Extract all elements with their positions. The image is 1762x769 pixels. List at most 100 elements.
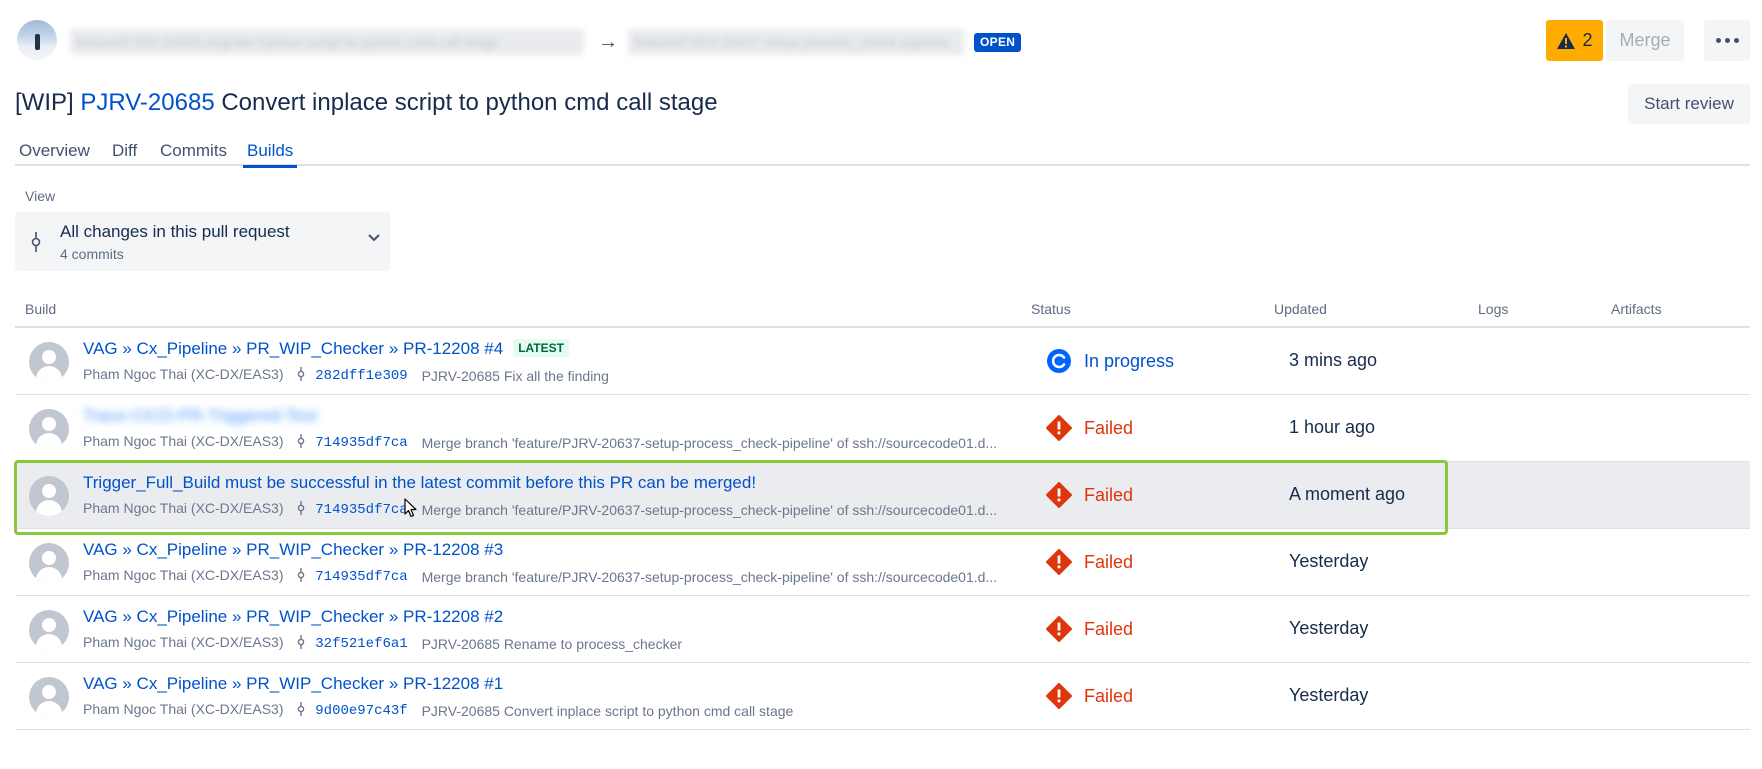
commit-message: Merge branch 'feature/PJRV-20637-setup-p… <box>421 435 998 451</box>
build-meta: Pham Ngoc Thai (XC-DX/EAS3) 32f521ef6a1 … <box>83 634 682 652</box>
column-header-updated: Updated <box>1274 301 1327 317</box>
build-meta: Pham Ngoc Thai (XC-DX/EAS3) 9d00e97c43f … <box>83 701 793 719</box>
issue-key-link[interactable]: PJRV-20685 <box>80 89 214 116</box>
commit-message: Merge branch 'feature/PJRV-20637-setup-p… <box>421 569 998 585</box>
chevron-down-icon <box>368 234 380 242</box>
column-header-status: Status <box>1031 301 1071 317</box>
table-row: Trigger_Full_Build must be successful in… <box>15 462 1750 529</box>
commit-message: PJRV-20685 Convert inplace script to pyt… <box>421 703 794 719</box>
commit-icon <box>298 434 305 448</box>
commit-icon <box>298 635 305 649</box>
build-updated: Yesterday <box>1289 551 1369 571</box>
commit-hash-link[interactable]: 32f521ef6a1 <box>315 636 407 652</box>
build-status: Failed <box>1046 616 1133 642</box>
build-meta: Pham Ngoc Thai (XC-DX/EAS3) 714935df7ca … <box>83 567 997 585</box>
commit-hash-link[interactable]: 714935df7ca <box>315 435 407 451</box>
pr-header-bar: feature/PJRV-20685-migrate-inplace-scrip… <box>0 0 1762 80</box>
tab-builds[interactable]: Builds <box>243 140 298 168</box>
build-updated: Yesterday <box>1289 685 1369 705</box>
build-name-link[interactable]: Trigger_Full_Build must be successful in… <box>83 473 756 493</box>
merge-button[interactable]: Merge <box>1606 20 1684 61</box>
commit-range-selected: All changes in this pull request <box>60 222 290 241</box>
build-updated: 3 mins ago <box>1289 350 1378 370</box>
table-row: Trace-CICD-PR-Triggered-Test Pham Ngoc T… <box>15 395 1750 462</box>
commit-hash-link[interactable]: 282dff1e309 <box>315 368 407 384</box>
warnings-button[interactable]: 2 <box>1546 20 1603 61</box>
commit-icon <box>298 702 305 716</box>
commit-message: Merge branch 'feature/PJRV-20637-setup-p… <box>421 502 998 518</box>
author-avatar[interactable] <box>17 20 57 60</box>
commit-icon <box>298 568 305 582</box>
latest-badge: LATEST <box>513 339 569 357</box>
table-row: VAG » Cx_Pipeline » PR_WIP_Checker » PR-… <box>15 529 1750 596</box>
wip-prefix: [WIP] <box>15 89 74 116</box>
commit-hash-link[interactable]: 9d00e97c43f <box>315 703 407 719</box>
build-author: Pham Ngoc Thai (XC-DX/EAS3) <box>83 433 284 449</box>
avatar <box>29 610 69 650</box>
table-row: VAG » Cx_Pipeline » PR_WIP_Checker » PR-… <box>15 663 1750 730</box>
commit-range-selector[interactable]: All changes in this pull request 4 commi… <box>15 212 390 271</box>
commit-count: 4 commits <box>60 246 124 262</box>
build-author: Pham Ngoc Thai (XC-DX/EAS3) <box>83 500 284 516</box>
page-title: [WIP] PJRV-20685 Convert inplace script … <box>15 86 718 120</box>
tab-overview[interactable]: Overview <box>15 140 94 162</box>
status-text: In progress <box>1084 350 1175 371</box>
status-text: Failed <box>1084 551 1134 572</box>
source-branch-lozenge[interactable]: feature/PJRV-20685-migrate-inplace-scrip… <box>70 29 584 55</box>
build-meta: Pham Ngoc Thai (XC-DX/EAS3) 714935df7ca … <box>83 500 997 518</box>
build-meta: Pham Ngoc Thai (XC-DX/EAS3) 282dff1e309 … <box>83 366 609 384</box>
column-header-logs: Logs <box>1478 301 1509 317</box>
build-status: Failed <box>1046 683 1133 709</box>
branch-arrow-icon: → <box>598 31 618 53</box>
avatar <box>29 342 69 382</box>
failed-icon <box>1046 482 1072 508</box>
column-header-artifacts: Artifacts <box>1611 301 1662 317</box>
failed-icon <box>1046 549 1072 575</box>
build-author: Pham Ngoc Thai (XC-DX/EAS3) <box>83 701 284 717</box>
start-review-button[interactable]: Start review <box>1628 84 1750 124</box>
build-meta: Pham Ngoc Thai (XC-DX/EAS3) 714935df7ca … <box>83 433 997 451</box>
commit-message: PJRV-20685 Fix all the finding <box>421 368 609 384</box>
build-name-link[interactable]: Trace-CICD-PR-Triggered-Test <box>83 406 317 426</box>
avatar <box>29 476 69 516</box>
commit-hash-link[interactable]: 714935df7ca <box>315 569 407 585</box>
commit-message: PJRV-20685 Rename to process_checker <box>421 636 683 652</box>
failed-icon <box>1046 415 1072 441</box>
build-status: Failed <box>1046 549 1133 575</box>
avatar <box>29 543 69 583</box>
build-updated: 1 hour ago <box>1289 417 1376 437</box>
pr-state-badge: OPEN <box>974 33 1022 52</box>
commit-icon <box>31 232 41 252</box>
build-name-link[interactable]: VAG » Cx_Pipeline » PR_WIP_Checker » PR-… <box>83 540 503 560</box>
avatar <box>29 409 69 449</box>
build-author: Pham Ngoc Thai (XC-DX/EAS3) <box>83 366 284 382</box>
commit-icon <box>298 367 305 381</box>
tab-diff[interactable]: Diff <box>108 140 141 162</box>
in-progress-icon <box>1047 349 1071 373</box>
column-header-build: Build <box>25 301 57 317</box>
table-row: VAG » Cx_Pipeline » PR_WIP_Checker » PR-… <box>15 328 1750 395</box>
destination-branch-lozenge[interactable]: feature/PJRV-20637-setup-process_check-p… <box>628 29 964 55</box>
table-row: VAG » Cx_Pipeline » PR_WIP_Checker » PR-… <box>15 596 1750 663</box>
build-name-link[interactable]: VAG » Cx_Pipeline » PR_WIP_Checker » PR-… <box>83 607 503 627</box>
failed-icon <box>1046 683 1072 709</box>
more-dot-icon <box>1724 38 1730 43</box>
avatar <box>29 677 69 717</box>
build-name-link[interactable]: VAG » Cx_Pipeline » PR_WIP_Checker » PR-… <box>83 674 503 694</box>
more-actions-button[interactable] <box>1704 20 1750 61</box>
more-dot-icon <box>1733 38 1739 43</box>
failed-icon <box>1046 616 1072 642</box>
status-text: Failed <box>1084 618 1134 639</box>
commit-icon <box>298 501 305 515</box>
build-author: Pham Ngoc Thai (XC-DX/EAS3) <box>83 634 284 650</box>
build-status: Failed <box>1046 415 1133 441</box>
build-updated: Yesterday <box>1289 618 1369 638</box>
status-text: Failed <box>1084 484 1134 505</box>
view-label: View <box>25 188 56 204</box>
build-name-link[interactable]: VAG » Cx_Pipeline » PR_WIP_Checker » PR-… <box>83 339 569 359</box>
tab-commits[interactable]: Commits <box>156 140 231 162</box>
warning-icon <box>1557 32 1576 49</box>
pr-title-text: Convert inplace script to python cmd cal… <box>221 89 718 116</box>
status-text: Failed <box>1084 417 1134 438</box>
commit-hash-link[interactable]: 714935df7ca <box>315 502 407 518</box>
